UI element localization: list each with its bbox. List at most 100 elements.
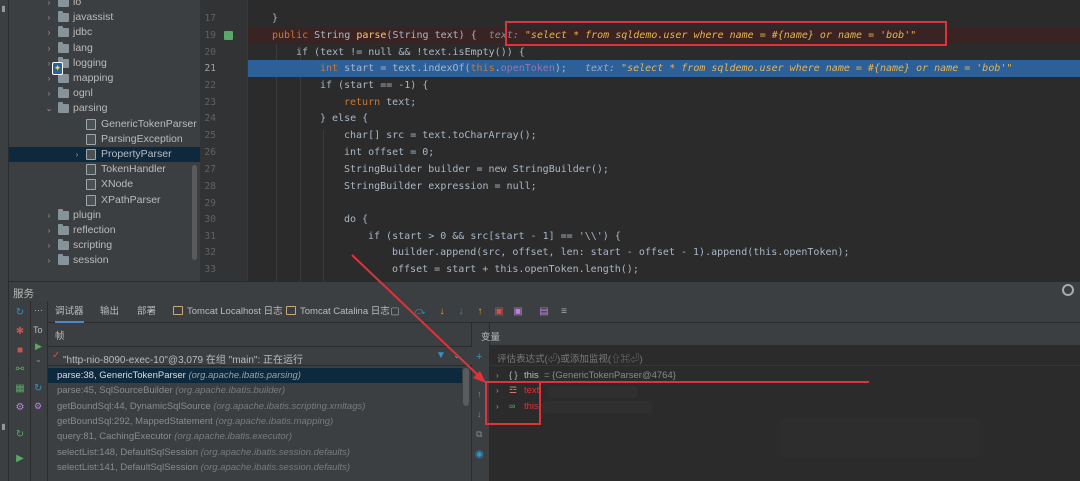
line-number[interactable]: 20 <box>200 47 216 58</box>
tab-debug-0[interactable]: 调试器 <box>55 301 84 323</box>
thread-selector[interactable]: ✓ "http-nio-8090-exec-10"@3,079 在组 "main… <box>48 346 472 366</box>
drop-frame-icon[interactable]: ▣ <box>493 306 505 318</box>
tab-debug-1[interactable]: 输出 <box>100 301 119 323</box>
chevron-right-icon[interactable]: › <box>44 86 54 101</box>
add-watch-icon[interactable]: + <box>476 351 482 363</box>
tree-item[interactable]: › io <box>9 0 200 10</box>
tree-item[interactable]: › lang <box>9 41 200 56</box>
eye-icon[interactable]: ◉ <box>475 449 484 460</box>
line-number[interactable]: 19 <box>200 30 216 41</box>
chevron-right-icon[interactable]: › <box>44 41 54 56</box>
copy-icon[interactable]: ⧉ <box>476 429 482 440</box>
watch-expression-input[interactable]: 评估表达式(⏎)或添加监视(⇧⌘⏎) <box>490 346 1080 366</box>
tree-item[interactable]: › jdbc <box>9 25 200 40</box>
stack-frame[interactable]: query:81, CachingExecutor (org.apache.ib… <box>48 429 462 444</box>
tree-item[interactable]: ⌄ parsing <box>9 101 200 116</box>
tree-item[interactable]: GenericTokenParser <box>9 117 200 132</box>
tree-item[interactable]: › mapping <box>9 71 200 86</box>
stack-frame[interactable]: selectList:141, DefaultSqlSession (org.a… <box>48 460 462 475</box>
tree-item[interactable]: › reflection <box>9 223 200 238</box>
filter-icon[interactable]: ▼ <box>436 350 446 361</box>
rerun-icon[interactable]: ↻ <box>14 429 26 441</box>
force-step-into-icon[interactable]: ↓ <box>455 306 467 318</box>
stack-frame[interactable]: parse:45, SqlSourceBuilder (org.apache.i… <box>48 383 462 398</box>
tree-item[interactable]: › PropertyParser <box>9 147 200 162</box>
stack-frame[interactable]: getBoundSql:292, MappedStatement (org.ap… <box>48 414 462 429</box>
remove-icon[interactable]: − <box>477 369 482 379</box>
tree-item[interactable]: XPathParser <box>9 193 200 208</box>
line-number[interactable]: 33 <box>200 264 216 275</box>
line-number[interactable]: 30 <box>200 214 216 225</box>
settings-icon[interactable]: ⚙ <box>34 401 42 412</box>
bug-icon[interactable]: ✱ <box>14 326 26 338</box>
run-to-cursor-icon[interactable]: ▣ <box>512 306 524 318</box>
tree-item[interactable]: › scripting <box>9 238 200 253</box>
tree-item[interactable]: › plugin <box>9 208 200 223</box>
watch-input-placeholder: 评估表达式(⏎)或添加监视(⇧⌘⏎) <box>497 354 643 365</box>
chevron-right-icon[interactable]: › <box>72 147 82 162</box>
chevron-right-icon[interactable]: › <box>44 0 54 10</box>
tree-item[interactable]: › ognl <box>9 86 200 101</box>
line-number[interactable]: 32 <box>200 247 216 258</box>
breakpoint-check-icon[interactable] <box>224 31 233 40</box>
more-icon[interactable]: ≡ <box>558 306 570 318</box>
tree-item[interactable]: › logging <box>9 56 200 71</box>
chevron-right-icon[interactable]: › <box>44 208 54 223</box>
service-tree-item[interactable]: To <box>33 325 43 335</box>
lightbulb-icon[interactable]: ✦ <box>52 62 63 75</box>
scrollbar-thumb[interactable] <box>463 368 469 406</box>
line-number[interactable]: 24 <box>200 113 216 124</box>
layout-icon[interactable]: ▢ <box>389 306 401 318</box>
line-number[interactable]: 25 <box>200 130 216 141</box>
tree-item[interactable]: XNode <box>9 177 200 192</box>
line-number[interactable]: 17 <box>200 13 216 24</box>
folder-icon <box>58 87 69 99</box>
chevron-down-icon[interactable]: ⌄ <box>35 355 42 364</box>
step-out-icon[interactable]: ↑ <box>474 306 486 318</box>
link-icon[interactable]: ⚯ <box>14 364 26 376</box>
rerun-icon[interactable]: ↻ <box>34 383 42 394</box>
stack-frame[interactable]: selectList:148, DefaultSqlSession (org.a… <box>48 445 462 460</box>
tab-debug-4[interactable]: Tomcat Catalina 日志 <box>286 301 390 323</box>
tree-item[interactable]: TokenHandler <box>9 162 200 177</box>
resume-icon[interactable]: ▶ <box>14 453 26 465</box>
stack-frame[interactable]: getBoundSql:44, DynamicSqlSource (org.ap… <box>48 399 462 414</box>
frame-package: (org.apache.ibatis.executor) <box>174 431 292 443</box>
tree-item[interactable]: ParsingException <box>9 132 200 147</box>
line-number[interactable]: 23 <box>200 97 216 108</box>
frames-scrollbar[interactable] <box>462 368 470 481</box>
chevron-right-icon[interactable]: › <box>44 10 54 25</box>
line-number[interactable]: 29 <box>200 198 216 209</box>
chevron-right-icon[interactable]: › <box>44 25 54 40</box>
services-title-bar: 服务 <box>9 281 1080 301</box>
step-over-icon[interactable]: ⤼ <box>414 306 426 318</box>
settings-icon[interactable] <box>1062 284 1074 296</box>
line-number[interactable]: 26 <box>200 147 216 158</box>
resume-icon[interactable]: ▶ <box>35 341 42 352</box>
arrow-down-icon[interactable]: ↓ <box>477 409 482 419</box>
tree-scrollbar[interactable] <box>192 165 197 260</box>
line-number[interactable]: 27 <box>200 164 216 175</box>
line-number[interactable]: 22 <box>200 80 216 91</box>
tree-item[interactable]: › session <box>9 253 200 268</box>
chevron-down-icon[interactable]: ⌄ <box>44 101 54 116</box>
line-number[interactable]: 28 <box>200 181 216 192</box>
chevron-right-icon[interactable]: › <box>44 238 54 253</box>
arrow-up-icon[interactable]: ↑ <box>477 389 482 399</box>
tab-debug-3[interactable]: Tomcat Localhost 日志 <box>173 301 283 323</box>
tree-item[interactable]: › javassist <box>9 10 200 25</box>
stop-icon[interactable]: ■ <box>14 345 26 357</box>
more-icon[interactable]: ··· <box>34 305 43 315</box>
tab-debug-2[interactable]: 部署 <box>137 301 156 323</box>
chevron-down-icon[interactable]: ⌄ <box>453 350 461 361</box>
add-service-icon[interactable]: ▦ <box>14 383 26 395</box>
evaluate-icon[interactable]: ▤ <box>538 306 550 318</box>
step-into-icon[interactable]: ↓ <box>436 306 448 318</box>
chevron-right-icon[interactable]: › <box>44 223 54 238</box>
stack-frame[interactable]: parse:38, GenericTokenParser (org.apache… <box>48 368 462 383</box>
chevron-right-icon[interactable]: › <box>44 253 54 268</box>
line-number[interactable]: 21 <box>200 63 216 74</box>
refresh-icon[interactable]: ↻ <box>14 307 26 319</box>
line-number[interactable]: 31 <box>200 231 216 242</box>
gear-icon[interactable]: ⚙ <box>14 402 26 414</box>
